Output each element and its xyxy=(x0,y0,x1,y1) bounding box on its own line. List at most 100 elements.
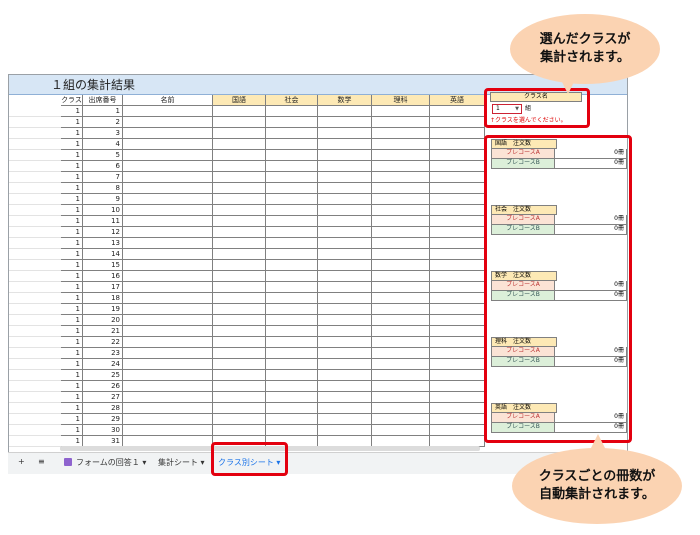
data-cell[interactable] xyxy=(372,260,430,271)
class-cell[interactable]: 1 xyxy=(61,282,83,293)
data-cell[interactable] xyxy=(123,381,213,392)
data-cell[interactable] xyxy=(266,139,318,150)
data-cell[interactable] xyxy=(266,348,318,359)
data-cell[interactable] xyxy=(372,216,430,227)
data-cell[interactable] xyxy=(372,403,430,414)
attendance-number-cell[interactable]: 25 xyxy=(83,370,123,381)
data-cell[interactable] xyxy=(430,205,485,216)
data-cell[interactable] xyxy=(266,381,318,392)
data-cell[interactable] xyxy=(123,205,213,216)
data-cell[interactable] xyxy=(372,381,430,392)
attendance-number-cell[interactable]: 28 xyxy=(83,403,123,414)
attendance-number-cell[interactable]: 24 xyxy=(83,359,123,370)
attendance-number-cell[interactable]: 9 xyxy=(83,194,123,205)
tab-form-responses[interactable]: フォームの回答１ ▾ xyxy=(64,457,146,468)
data-cell[interactable] xyxy=(318,403,372,414)
data-cell[interactable] xyxy=(266,172,318,183)
attendance-number-cell[interactable]: 20 xyxy=(83,315,123,326)
class-cell[interactable]: 1 xyxy=(61,425,83,436)
data-cell[interactable] xyxy=(430,271,485,282)
data-cell[interactable] xyxy=(318,370,372,381)
class-cell[interactable]: 1 xyxy=(61,271,83,282)
data-cell[interactable] xyxy=(318,139,372,150)
data-cell[interactable] xyxy=(430,161,485,172)
data-cell[interactable] xyxy=(213,271,266,282)
data-cell[interactable] xyxy=(318,117,372,128)
data-cell[interactable] xyxy=(318,425,372,436)
data-cell[interactable] xyxy=(372,370,430,381)
data-cell[interactable] xyxy=(123,304,213,315)
data-cell[interactable] xyxy=(213,249,266,260)
data-cell[interactable] xyxy=(123,414,213,425)
data-cell[interactable] xyxy=(372,315,430,326)
class-cell[interactable]: 1 xyxy=(61,139,83,150)
class-cell[interactable]: 1 xyxy=(61,403,83,414)
data-cell[interactable] xyxy=(430,128,485,139)
class-cell[interactable]: 1 xyxy=(61,326,83,337)
data-cell[interactable] xyxy=(372,359,430,370)
class-cell[interactable]: 1 xyxy=(61,381,83,392)
data-cell[interactable] xyxy=(123,216,213,227)
data-cell[interactable] xyxy=(430,172,485,183)
data-cell[interactable] xyxy=(266,293,318,304)
data-cell[interactable] xyxy=(213,304,266,315)
attendance-number-cell[interactable]: 4 xyxy=(83,139,123,150)
data-cell[interactable] xyxy=(372,348,430,359)
attendance-number-cell[interactable]: 22 xyxy=(83,337,123,348)
data-cell[interactable] xyxy=(430,403,485,414)
class-cell[interactable]: 1 xyxy=(61,205,83,216)
data-cell[interactable] xyxy=(372,194,430,205)
class-cell[interactable]: 1 xyxy=(61,216,83,227)
data-cell[interactable] xyxy=(123,271,213,282)
data-cell[interactable] xyxy=(430,139,485,150)
data-cell[interactable] xyxy=(430,337,485,348)
data-cell[interactable] xyxy=(213,227,266,238)
data-cell[interactable] xyxy=(372,425,430,436)
data-cell[interactable] xyxy=(372,304,430,315)
data-cell[interactable] xyxy=(372,414,430,425)
data-cell[interactable] xyxy=(266,282,318,293)
data-cell[interactable] xyxy=(213,293,266,304)
data-cell[interactable] xyxy=(372,249,430,260)
data-cell[interactable] xyxy=(213,106,266,117)
data-cell[interactable] xyxy=(266,271,318,282)
data-cell[interactable] xyxy=(430,304,485,315)
data-cell[interactable] xyxy=(318,238,372,249)
data-cell[interactable] xyxy=(372,172,430,183)
data-cell[interactable] xyxy=(430,260,485,271)
data-cell[interactable] xyxy=(213,392,266,403)
attendance-number-cell[interactable]: 3 xyxy=(83,128,123,139)
data-cell[interactable] xyxy=(266,370,318,381)
class-cell[interactable]: 1 xyxy=(61,117,83,128)
data-cell[interactable] xyxy=(266,414,318,425)
data-cell[interactable] xyxy=(266,392,318,403)
data-cell[interactable] xyxy=(266,183,318,194)
data-cell[interactable] xyxy=(213,348,266,359)
data-cell[interactable] xyxy=(213,414,266,425)
data-cell[interactable] xyxy=(123,392,213,403)
class-cell[interactable]: 1 xyxy=(61,194,83,205)
data-cell[interactable] xyxy=(372,392,430,403)
data-cell[interactable] xyxy=(318,194,372,205)
data-cell[interactable] xyxy=(213,381,266,392)
data-cell[interactable] xyxy=(123,128,213,139)
data-cell[interactable] xyxy=(213,282,266,293)
data-cell[interactable] xyxy=(318,128,372,139)
data-cell[interactable] xyxy=(318,172,372,183)
data-cell[interactable] xyxy=(318,205,372,216)
data-cell[interactable] xyxy=(372,161,430,172)
attendance-number-cell[interactable]: 21 xyxy=(83,326,123,337)
data-cell[interactable] xyxy=(318,227,372,238)
data-cell[interactable] xyxy=(266,260,318,271)
data-cell[interactable] xyxy=(430,370,485,381)
data-cell[interactable] xyxy=(372,128,430,139)
attendance-number-cell[interactable]: 10 xyxy=(83,205,123,216)
data-cell[interactable] xyxy=(430,183,485,194)
data-cell[interactable] xyxy=(318,326,372,337)
data-cell[interactable] xyxy=(213,238,266,249)
class-cell[interactable]: 1 xyxy=(61,183,83,194)
data-cell[interactable] xyxy=(213,425,266,436)
attendance-number-cell[interactable]: 11 xyxy=(83,216,123,227)
data-cell[interactable] xyxy=(266,238,318,249)
data-cell[interactable] xyxy=(213,370,266,381)
